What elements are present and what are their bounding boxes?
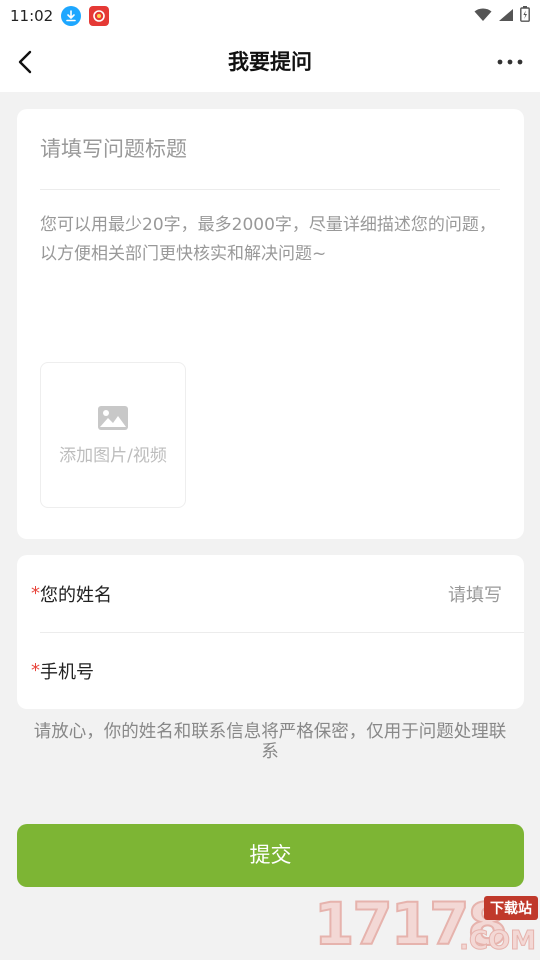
question-title-input[interactable]: 请填写问题标题: [40, 129, 500, 189]
required-mark: *: [31, 660, 40, 681]
contact-card: * 您的姓名 请填写 * 手机号: [17, 555, 524, 709]
phone-row[interactable]: * 手机号: [17, 632, 524, 709]
add-media-label: 添加图片/视频: [59, 445, 167, 466]
divider: [40, 189, 500, 190]
app-icon: [89, 6, 110, 26]
name-label: 您的姓名: [40, 584, 112, 606]
watermark-suffix: .COM: [459, 926, 537, 957]
more-button[interactable]: [496, 52, 524, 72]
download-icon: [61, 6, 82, 26]
image-icon: [98, 405, 128, 430]
wifi-icon: [474, 7, 492, 26]
privacy-note: 请放心，你的姓名和联系信息将严格保密，仅用于问题处理联系: [33, 722, 507, 762]
add-media-button[interactable]: 添加图片/视频: [40, 362, 186, 508]
battery-icon: [520, 6, 530, 26]
page-title: 我要提问: [228, 50, 312, 74]
status-bar: 11:02: [0, 0, 540, 32]
nav-bar: 我要提问: [0, 32, 540, 92]
submit-button[interactable]: 提交: [17, 824, 524, 887]
more-dots-icon: [497, 59, 523, 65]
watermark-badge: 下载站: [484, 896, 538, 920]
question-card: 请填写问题标题 您可以用最少20字，最多2000字，尽量详细描述您的问题，以方便…: [17, 109, 524, 539]
name-row[interactable]: * 您的姓名 请填写: [17, 555, 524, 632]
site-watermark: 17178 下载站 .COM: [313, 889, 540, 960]
phone-label: 手机号: [40, 661, 94, 683]
question-description-input[interactable]: 您可以用最少20字，最多2000字，尽量详细描述您的问题，以方便相关部门更快核实…: [40, 211, 500, 269]
name-input[interactable]: 请填写: [448, 581, 502, 607]
status-time: 11:02: [10, 7, 54, 25]
required-mark: *: [31, 583, 40, 604]
signal-icon: [498, 7, 514, 26]
